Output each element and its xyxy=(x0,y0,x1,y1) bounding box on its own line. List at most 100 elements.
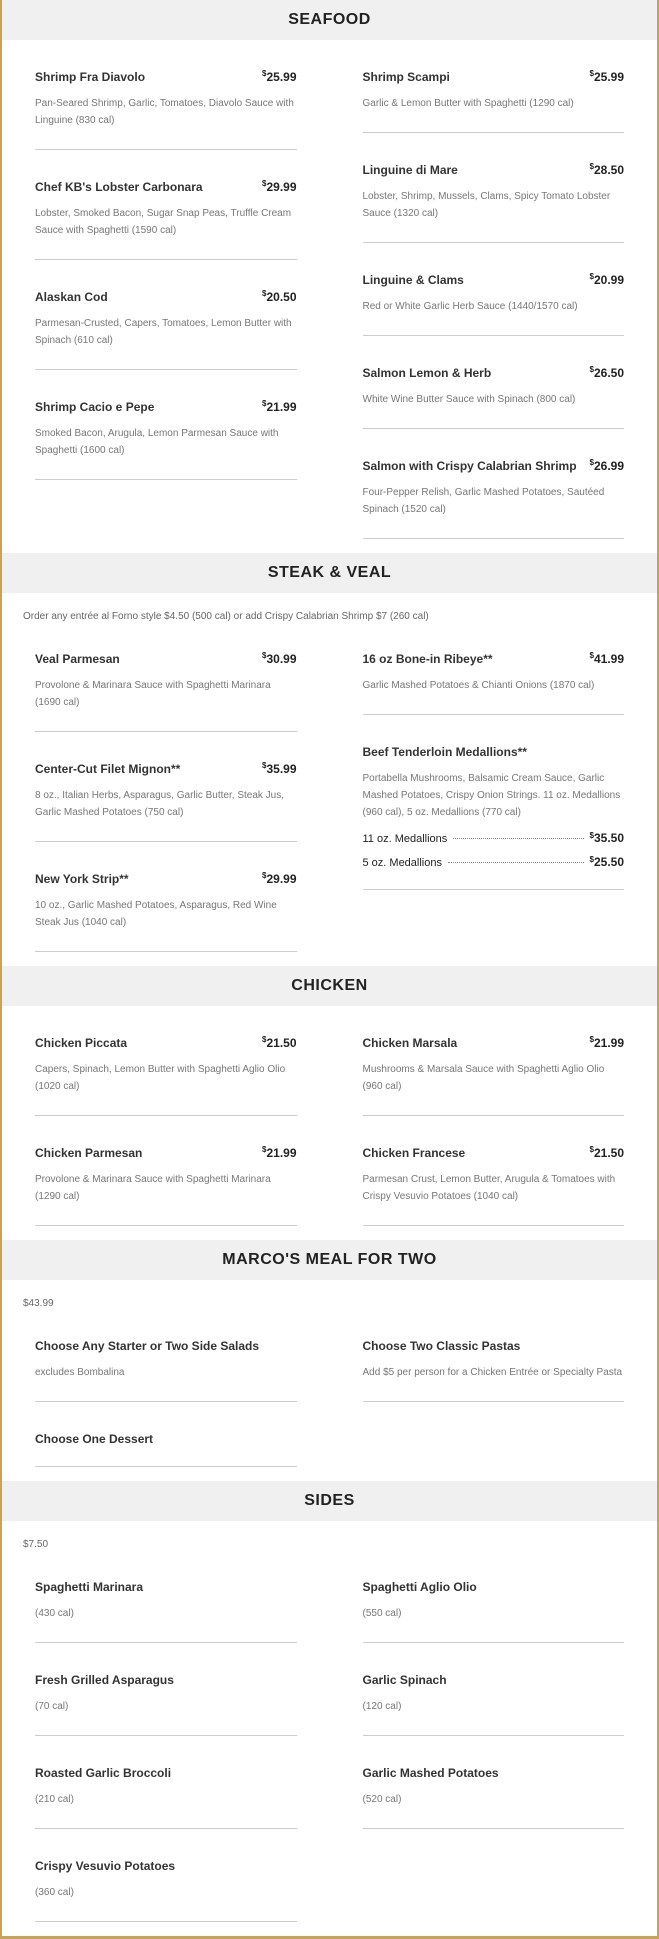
section-header: SEAFOOD xyxy=(2,0,657,40)
menu-item-header: New York Strip** $29.99 xyxy=(35,871,297,886)
menu-item-price: $21.99 xyxy=(262,399,296,414)
portion-price: $35.50 xyxy=(590,831,624,845)
menu-item-description: (70 cal) xyxy=(35,1701,69,1712)
menu-column-right: Chicken Marsala $21.99 Mushrooms & Marsala… xyxy=(330,1006,637,1226)
menu-item-description: (120 cal) xyxy=(362,1701,402,1712)
menu-item-header: Spaghetti Aglio Olio xyxy=(363,1580,625,1594)
price-value: 29.99 xyxy=(266,872,297,886)
menu-item-header: Alaskan Cod $20.50 xyxy=(35,289,297,304)
menu-item-price: $25.99 xyxy=(262,69,296,84)
currency-symbol: $ xyxy=(589,1145,594,1154)
menu-sections: SEAFOOD Shrimp Fra Diavolo $25.99 Pan-Seare… xyxy=(2,0,657,1922)
portion-price-row: 11 oz. Medallions $35.50 xyxy=(363,831,625,845)
menu-item-header: Linguine & Clams $20.99 xyxy=(363,272,625,287)
menu-item-name: Garlic Spinach xyxy=(362,1673,447,1687)
menu-item: Fresh Grilled Asparagus (70 cal) xyxy=(35,1643,297,1736)
menu-column-left: Veal Parmesan $30.99 Provolone & Marinara … xyxy=(35,622,330,952)
currency-symbol: $ xyxy=(262,1145,267,1154)
menu-item-name: Choose Any Starter or Two Side Salads xyxy=(35,1339,260,1353)
menu-item-header: Salmon with Crispy Calabrian Shrimp $26.9… xyxy=(363,458,625,473)
currency-symbol: $ xyxy=(589,69,594,78)
menu-item-name: Garlic Mashed Potatoes xyxy=(362,1766,499,1780)
menu-item-header: Shrimp Fra Diavolo $25.99 xyxy=(35,69,297,84)
menu-item-name: Roasted Garlic Broccoli xyxy=(35,1766,172,1780)
price-value: 29.99 xyxy=(266,180,297,194)
menu-grid: Veal Parmesan $30.99 Provolone & Marinara … xyxy=(2,622,657,952)
currency-symbol: $ xyxy=(589,272,594,281)
menu-item-price: $21.99 xyxy=(262,1145,296,1160)
menu-page: SEAFOOD Shrimp Fra Diavolo $25.99 Pan-Seare… xyxy=(0,0,659,1939)
menu-item-description: White Wine Butter Sauce with Spinach (80… xyxy=(362,394,576,405)
currency-symbol: $ xyxy=(262,69,267,78)
menu-item-name: Chicken Francese xyxy=(362,1146,466,1160)
menu-item: Shrimp Scampi $25.99 Garlic & Lemon Butter… xyxy=(362,40,625,133)
currency-symbol: $ xyxy=(589,651,594,660)
section-title: CHICKEN xyxy=(291,977,368,994)
menu-item-header: Veal Parmesan $30.99 xyxy=(35,651,297,666)
menu-item-name: Chicken Parmesan xyxy=(35,1146,143,1160)
dot-leader xyxy=(448,862,584,863)
menu-column-left: Shrimp Fra Diavolo $25.99 Pan-Seared Shrim… xyxy=(35,40,330,539)
price-value: 26.99 xyxy=(593,459,624,473)
menu-item: Salmon with Crispy Calabrian Shrimp $26.9… xyxy=(362,429,625,539)
menu-item: Center-Cut Filet Mignon** $35.99 8 oz., It… xyxy=(35,732,297,842)
menu-item: Alaskan Cod $20.50 Parmesan-Crusted, Caper… xyxy=(35,260,297,370)
section-header: STEAK & VEAL xyxy=(2,553,657,593)
currency-symbol: $ xyxy=(589,365,594,374)
section-title: MARCO'S MEAL FOR TWO xyxy=(222,1251,437,1268)
menu-item: Beef Tenderloin Medallions** Portabella M… xyxy=(362,715,625,890)
menu-item-description: Lobster, Smoked Bacon, Sugar Snap Peas, … xyxy=(35,208,292,236)
price-value: 25.50 xyxy=(593,855,624,869)
price-value: 20.99 xyxy=(593,273,624,287)
menu-item: Shrimp Cacio e Pepe $21.99 Smoked Bacon, A… xyxy=(35,370,297,480)
menu-item-description: Lobster, Shrimp, Mussels, Clams, Spicy T… xyxy=(362,191,611,219)
menu-grid: Spaghetti Marinara (430 cal) Fresh Grilled… xyxy=(2,1550,657,1922)
currency-symbol: $ xyxy=(262,1035,267,1044)
menu-item-price: $25.99 xyxy=(589,69,624,84)
menu-item-description: Garlic Mashed Potatoes & Chianti Onions … xyxy=(362,680,595,691)
section-note: Order any entrée al Forno style $4.50 (5… xyxy=(23,611,429,622)
menu-column-right: 16 oz Bone-in Ribeye** $41.99 Garlic Mashe… xyxy=(330,622,637,952)
menu-item-name: Fresh Grilled Asparagus xyxy=(35,1673,174,1687)
menu-item: Salmon Lemon & Herb $26.50 White Wine Butt… xyxy=(362,336,625,429)
currency-symbol: $ xyxy=(262,871,267,880)
menu-item-name: Shrimp Scampi xyxy=(362,70,450,84)
menu-item-header: Choose One Dessert xyxy=(35,1432,297,1446)
menu-item-description: 10 oz., Garlic Mashed Potatoes, Asparagu… xyxy=(35,900,277,928)
portion-price: $25.50 xyxy=(590,855,624,869)
menu-grid: Chicken Piccata $21.50 Capers, Spinach, Le… xyxy=(2,1006,657,1226)
menu-item-header: Salmon Lemon & Herb $26.50 xyxy=(363,365,625,380)
price-value: 20.50 xyxy=(266,290,297,304)
menu-item: Spaghetti Aglio Olio (550 cal) xyxy=(362,1550,625,1643)
menu-item: Linguine & Clams $20.99 Red or White Garli… xyxy=(362,243,625,336)
price-value: 25.99 xyxy=(593,70,624,84)
menu-item-price: $35.99 xyxy=(262,761,296,776)
menu-grid: Shrimp Fra Diavolo $25.99 Pan-Seared Shrim… xyxy=(2,40,657,539)
menu-item-description: (520 cal) xyxy=(362,1794,402,1805)
menu-item: Veal Parmesan $30.99 Provolone & Marinara … xyxy=(35,622,297,732)
menu-item-price: $20.50 xyxy=(262,289,297,304)
section-title: SIDES xyxy=(304,1492,355,1509)
menu-item-description: 8 oz., Italian Herbs, Asparagus, Garlic … xyxy=(35,790,285,818)
menu-item-header: Shrimp Scampi $25.99 xyxy=(362,69,625,84)
currency-symbol: $ xyxy=(589,162,594,171)
menu-item-description: Parmesan Crust, Lemon Butter, Arugula & … xyxy=(362,1174,616,1202)
menu-item: New York Strip** $29.99 10 oz., Garlic Mas… xyxy=(35,842,297,952)
menu-item: Spaghetti Marinara (430 cal) xyxy=(35,1550,297,1643)
menu-item-name: Choose One Dessert xyxy=(35,1432,154,1446)
menu-item-header: Garlic Spinach xyxy=(363,1673,625,1687)
menu-item: Choose One Dessert xyxy=(35,1402,297,1467)
menu-item-price: $41.99 xyxy=(589,651,624,666)
menu-item-name: Choose Two Classic Pastas xyxy=(362,1339,521,1353)
menu-item-name: Linguine di Mare xyxy=(362,163,458,177)
menu-item-name: Alaskan Cod xyxy=(35,290,108,304)
price-value: 21.50 xyxy=(593,1146,624,1160)
section-header: CHICKEN xyxy=(2,966,657,1006)
menu-item-name: Chicken Piccata xyxy=(35,1036,128,1050)
menu-item-name: Spaghetti Aglio Olio xyxy=(362,1580,477,1594)
menu-item-price: $30.99 xyxy=(262,651,296,666)
section-header: MARCO'S MEAL FOR TWO xyxy=(2,1240,657,1280)
menu-item-header: Garlic Mashed Potatoes xyxy=(363,1766,625,1780)
menu-column-left: Choose Any Starter or Two Side Salads exc… xyxy=(35,1309,330,1467)
price-value: 21.99 xyxy=(593,1036,624,1050)
